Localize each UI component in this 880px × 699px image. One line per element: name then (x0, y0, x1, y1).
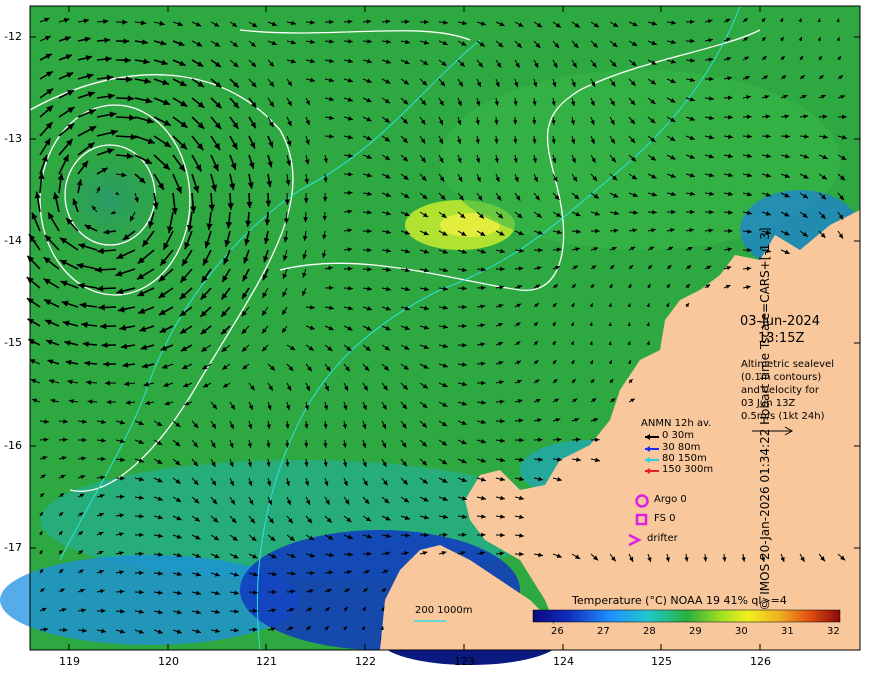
drifter-label: drifter (647, 533, 678, 544)
anmn-item: 150 300m (662, 464, 713, 475)
lon-label: 121 (256, 655, 277, 668)
colorbar-tick: 28 (643, 626, 656, 637)
lon-label: 122 (355, 655, 376, 668)
anmn-title: ANMN 12h av. (641, 418, 711, 429)
lat-label: -16 (4, 439, 22, 452)
lat-label: -17 (4, 541, 22, 554)
colorbar-title: Temperature (°C) NOAA 19 41% ql>=4 (572, 594, 787, 607)
anmn-item: 0 30m (662, 430, 694, 441)
lon-label: 120 (158, 655, 179, 668)
colorbar-tick: 26 (551, 626, 564, 637)
lon-label: 119 (59, 655, 80, 668)
altimetry-line: (0.1m contours) (741, 372, 821, 383)
lat-label: -14 (4, 234, 22, 247)
temperature-colorbar (533, 610, 840, 622)
colorbar-tick: 29 (689, 626, 702, 637)
lon-label: 123 (454, 655, 475, 668)
lat-label: -15 (4, 336, 22, 349)
anmn-item: 80 150m (662, 453, 707, 464)
lat-label: -13 (4, 132, 22, 145)
altimetry-line: Altimetric sealevel (741, 359, 834, 370)
map-plot-area (0, 6, 860, 665)
lon-label: 125 (651, 655, 672, 668)
colorbar-tick: 32 (827, 626, 840, 637)
map-date: 03-Jun-2024 (740, 314, 820, 329)
colorbar-tick: 30 (735, 626, 748, 637)
credit-text: © IMOS 20-Jan-2026 01:34:22 Hobart time … (758, 139, 772, 699)
argo-label: Argo 0 (654, 494, 687, 505)
lat-label: -12 (4, 30, 22, 43)
lon-label: 124 (553, 655, 574, 668)
ocean-map (0, 0, 880, 680)
altimetry-line: and velocity for (741, 385, 819, 396)
altimetry-line: 0.5m/s (1kt 24h) (741, 411, 825, 422)
depth-legend-label: 200 1000m (415, 605, 472, 616)
colorbar-tick: 31 (781, 626, 794, 637)
fs-label: FS 0 (654, 513, 675, 524)
anmn-item: 30 80m (662, 442, 700, 453)
colorbar-tick: 27 (597, 626, 610, 637)
